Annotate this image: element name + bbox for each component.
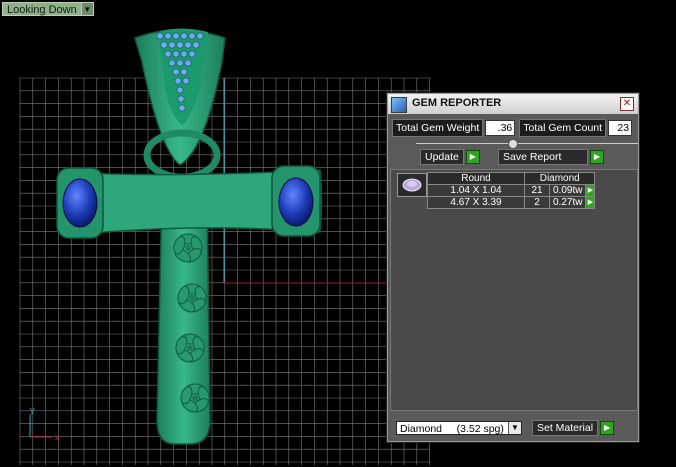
save-report-button[interactable]: Save Report: [498, 149, 588, 165]
play-icon[interactable]: ▶: [465, 150, 480, 164]
close-icon[interactable]: ✕: [620, 97, 634, 111]
gem-size: 4.67 X 3.39: [427, 196, 525, 209]
col-header-shape: Round: [427, 172, 525, 185]
play-icon[interactable]: ▶: [590, 150, 604, 164]
material-select[interactable]: Diamond (3.52 spg) ▼: [396, 421, 522, 435]
round-gem-icon: [397, 173, 427, 197]
gem-weight: 0.27tw: [548, 196, 587, 209]
slider-knob[interactable]: [508, 139, 518, 149]
table-row[interactable]: 1.04 X 1.04 21 0.09tw ▶: [427, 184, 596, 197]
gem-table: Round Diamond 1.04 X 1.04 21 0.09tw ▶ 4.…: [427, 172, 596, 209]
chevron-down-icon[interactable]: ▼: [508, 422, 521, 434]
total-weight-value: .36: [485, 120, 516, 136]
panel-slider[interactable]: [416, 139, 638, 149]
play-icon[interactable]: ▶: [585, 184, 596, 197]
totals-row: Total Gem Weight .36 Total Gem Count 23: [392, 119, 633, 137]
slider-track: [416, 143, 638, 144]
update-button[interactable]: Update: [420, 149, 464, 165]
col-header-material: Diamond: [523, 172, 596, 185]
chevron-down-icon[interactable]: ▼: [81, 2, 94, 16]
panel-title: GEM REPORTER: [412, 97, 502, 109]
gem-reporter-panel: GEM REPORTER ✕ Total Gem Weight .36 Tota…: [387, 93, 639, 442]
play-icon[interactable]: ▶: [600, 421, 615, 435]
view-name-label: Looking Down: [2, 2, 82, 16]
material-row: Diamond (3.52 spg) ▼ Set Material ▶: [396, 420, 615, 436]
play-icon[interactable]: ▶: [585, 196, 596, 209]
table-row[interactable]: 4.67 X 3.39 2 0.27tw ▶: [427, 196, 596, 209]
gem-table-area: Round Diamond 1.04 X 1.04 21 0.09tw ▶ 4.…: [390, 169, 638, 411]
right-oval-gem: [278, 177, 314, 227]
total-count-value: 23: [608, 120, 633, 136]
update-control[interactable]: Update ▶: [420, 149, 480, 165]
y-axis-label: y: [30, 405, 35, 415]
view-name-dropdown[interactable]: Looking Down ▼: [2, 2, 94, 16]
gem-count: 2: [524, 196, 550, 209]
left-oval-gem: [62, 178, 98, 228]
x-axis-label: x: [55, 432, 60, 442]
construction-grid: [19, 77, 430, 465]
panel-titlebar[interactable]: GEM REPORTER ✕: [388, 94, 638, 114]
total-count-label: Total Gem Count: [519, 119, 607, 137]
material-select-value: Diamond (3.52 spg): [400, 423, 504, 435]
set-material-button[interactable]: Set Material: [532, 420, 599, 436]
total-weight-label: Total Gem Weight: [392, 119, 484, 137]
gem-size: 1.04 X 1.04: [427, 184, 525, 197]
gem-count: 21: [524, 184, 550, 197]
gem-weight: 0.09tw: [548, 184, 587, 197]
gem-reporter-icon: [391, 97, 407, 113]
save-report-control[interactable]: Save Report ▶: [498, 149, 604, 165]
